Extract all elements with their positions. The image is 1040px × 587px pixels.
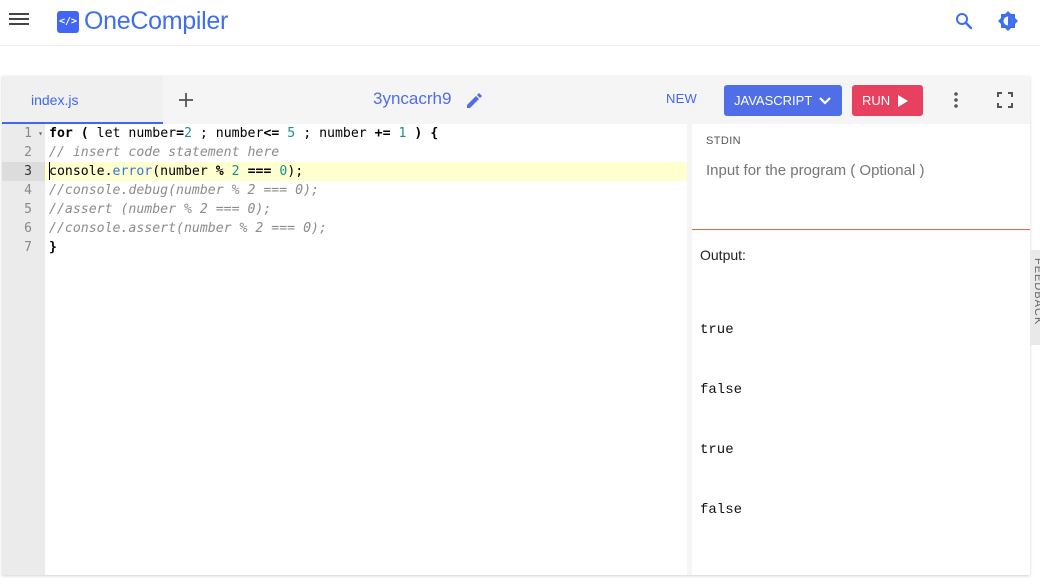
fold-arrow-icon[interactable]: ▾: [38, 124, 43, 143]
menu-icon[interactable]: [8, 11, 30, 31]
stdin-input[interactable]: [706, 162, 1016, 179]
search-icon[interactable]: [954, 11, 974, 31]
code-editor[interactable]: 1 ▾ 2 3 4 5 6 7 for ( let number=2 ; numb…: [2, 124, 687, 575]
line-number: 6: [24, 221, 32, 236]
stdin-panel: STDIN: [692, 124, 1030, 230]
play-icon: [898, 94, 909, 107]
line-number: 3: [2, 162, 45, 181]
line-number: 4: [24, 183, 32, 198]
output-line: true: [700, 322, 734, 338]
editor-toolbar: index.js 3yncacrh9 NEW JAVASCRIPT RUN: [2, 76, 1030, 124]
language-dropdown[interactable]: JAVASCRIPT: [724, 85, 842, 116]
code-line: // insert code statement here: [49, 145, 280, 160]
feedback-tab[interactable]: FEEDBACK: [1030, 250, 1040, 345]
output-line: false: [700, 502, 743, 518]
code-line: //console.assert(number % 2 === 0);: [49, 221, 327, 236]
code-line: //console.debug(number % 2 === 0);: [49, 183, 319, 198]
new-button[interactable]: NEW: [666, 91, 697, 106]
line-number: 2: [24, 145, 32, 160]
language-label: JAVASCRIPT: [734, 93, 813, 108]
brightness-icon[interactable]: [997, 10, 1019, 32]
app-header: </> OneCompiler: [0, 0, 1040, 46]
logo[interactable]: </> OneCompiler: [57, 7, 228, 36]
chevron-down-icon: [819, 96, 832, 105]
app-name: OneCompiler: [84, 7, 228, 35]
file-tab-label: index.js: [31, 92, 79, 108]
logo-mark: </>: [57, 10, 79, 33]
run-button[interactable]: RUN: [852, 85, 923, 116]
tab-index-js[interactable]: index.js: [2, 76, 163, 124]
code-line: for ( let number=2 ; number<= 5 ; number…: [49, 126, 439, 141]
code-line: //assert (number % 2 === 0);: [49, 202, 272, 217]
more-vert-icon[interactable]: [947, 91, 965, 109]
line-number: 1 ▾: [24, 124, 43, 143]
plus-icon[interactable]: [177, 91, 195, 109]
line-number: 7: [24, 240, 32, 255]
fullscreen-icon[interactable]: [996, 91, 1014, 109]
code-area[interactable]: for ( let number=2 ; number<= 5 ; number…: [45, 124, 687, 575]
line-number-gutter: 1 ▾ 2 3 4 5 6 7: [2, 124, 45, 575]
output-text: true false true false: [700, 280, 750, 560]
output-panel: Output: true false true false: [692, 231, 1030, 575]
run-label: RUN: [862, 93, 891, 108]
program-title[interactable]: 3yncacrh9: [373, 89, 451, 109]
output-line: false: [700, 382, 743, 398]
output-label: Output:: [700, 247, 746, 263]
editor-card: index.js 3yncacrh9 NEW JAVASCRIPT RUN 1 ▾…: [2, 76, 1030, 575]
output-line: true: [700, 442, 734, 458]
stdin-label: STDIN: [706, 135, 741, 147]
line-number: 5: [24, 202, 32, 217]
feedback-label: FEEDBACK: [1032, 258, 1040, 326]
code-line: console.error(number % 2 === 0);: [45, 162, 687, 181]
code-line: }: [49, 240, 57, 255]
pencil-icon[interactable]: [465, 92, 483, 110]
text-cursor: [49, 162, 50, 180]
